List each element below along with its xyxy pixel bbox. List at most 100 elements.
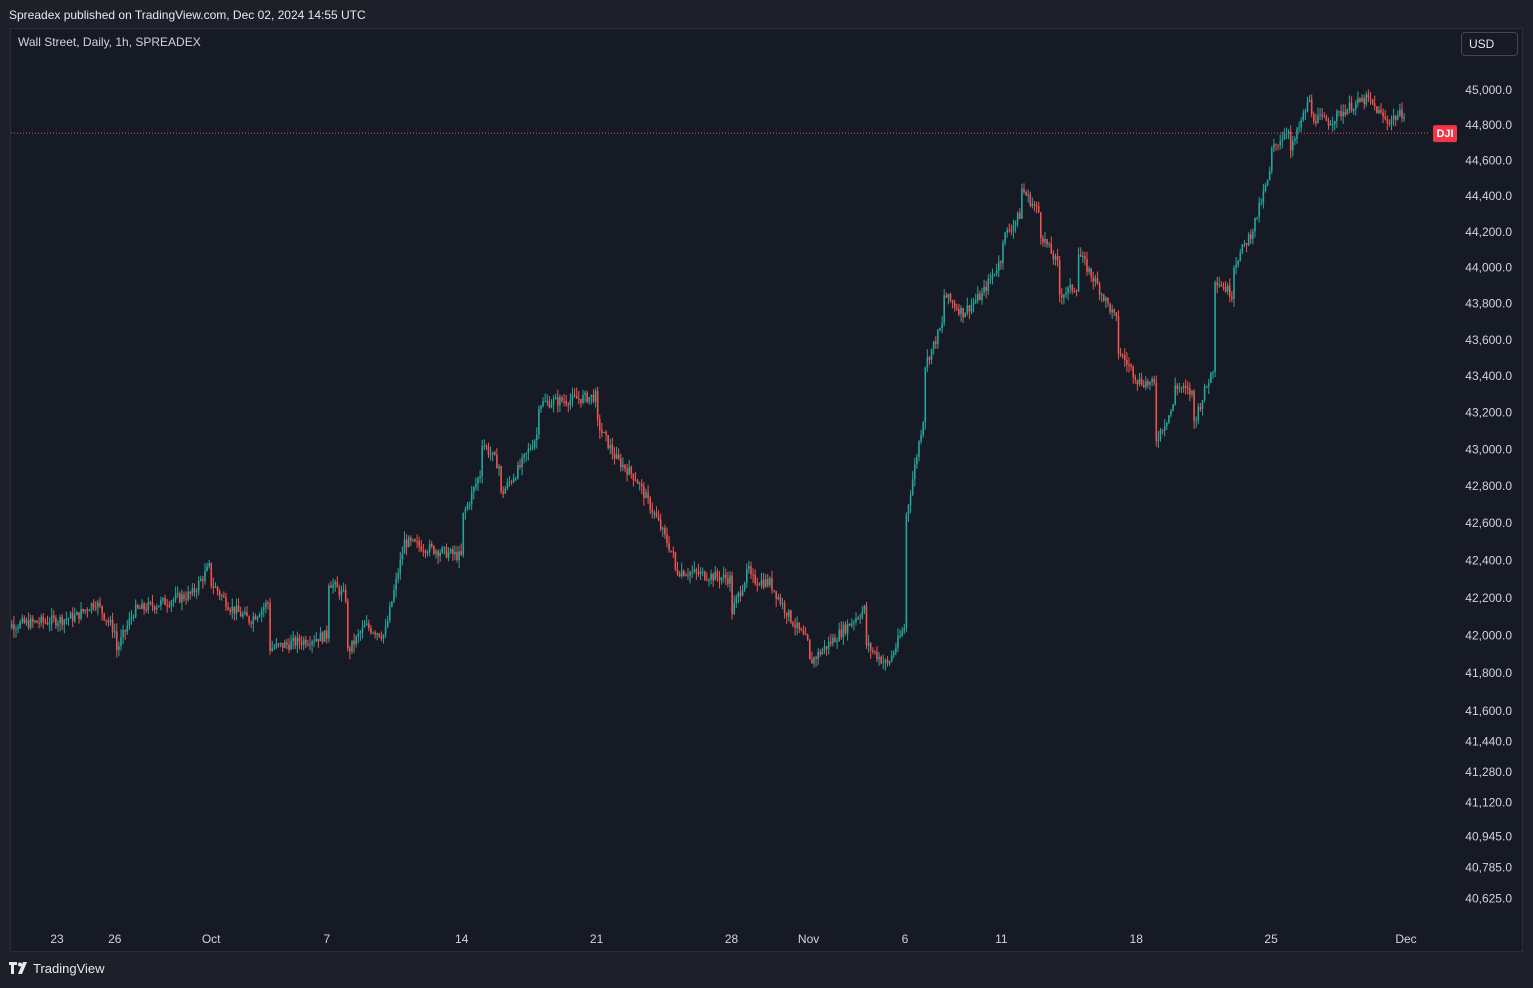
candle-body <box>813 657 815 664</box>
candle-body <box>756 583 759 585</box>
candle-body <box>825 646 828 649</box>
candle-body <box>193 588 196 592</box>
candle-body <box>170 601 173 606</box>
candle-body <box>766 578 769 586</box>
candle-body <box>1384 116 1386 119</box>
candle-body <box>911 479 914 495</box>
candle-body <box>1182 385 1185 389</box>
candle-body <box>554 397 557 400</box>
candle-body <box>966 305 969 314</box>
candle-body <box>661 527 664 530</box>
candle-body <box>294 637 297 646</box>
candlestick-chart[interactable]: 45,000.0 44,800.0 44,600.0 44,400.0 44,200.0… <box>0 0 1533 988</box>
candle-body <box>892 652 895 656</box>
candle-body <box>1222 286 1225 288</box>
candle-body <box>223 595 225 598</box>
candle-body <box>886 660 889 664</box>
candle-body <box>934 341 937 344</box>
candle-body <box>470 492 473 504</box>
candle-body <box>991 274 994 279</box>
candle-body <box>36 620 38 623</box>
candle-body <box>1063 294 1065 298</box>
candle-body <box>598 419 601 431</box>
candle-body <box>1000 261 1002 264</box>
candle-body <box>1021 188 1023 219</box>
candle-body <box>485 445 488 447</box>
candle-body <box>836 641 838 643</box>
candle-body <box>1071 284 1074 292</box>
candle-body <box>1382 112 1384 117</box>
candle-body <box>668 543 670 551</box>
candle-body <box>1270 148 1273 171</box>
candle-body <box>580 398 582 403</box>
candle-body <box>105 619 108 621</box>
candle-body <box>882 662 885 664</box>
x-tick-label: 28 <box>725 932 739 946</box>
candle-body <box>1258 202 1260 217</box>
candle-body <box>52 615 55 618</box>
candle-body <box>340 590 343 596</box>
candle-body <box>1296 128 1298 139</box>
candle-body <box>674 552 677 570</box>
candle-body <box>141 603 143 609</box>
candle-body <box>1197 407 1200 421</box>
candle-body <box>1039 212 1042 238</box>
candle-body <box>1390 119 1393 125</box>
candle-body <box>1033 203 1036 206</box>
candle-body <box>220 595 223 597</box>
candle-body <box>122 630 124 638</box>
candle-body <box>1138 378 1141 385</box>
candle-body <box>773 590 775 592</box>
candle-body <box>859 617 861 619</box>
candle-body <box>25 620 28 623</box>
candle-body <box>5 626 7 630</box>
candle-body <box>244 611 246 615</box>
candle-body <box>262 607 265 610</box>
candle-body <box>181 594 183 603</box>
candle-body <box>1136 379 1139 385</box>
candle-body <box>466 504 469 510</box>
candle-body <box>571 394 574 400</box>
candle-body <box>594 391 597 402</box>
candle-body <box>945 295 948 298</box>
candle-body <box>655 512 658 517</box>
candle-body <box>1157 439 1160 441</box>
candle-body <box>1346 109 1349 115</box>
candle-body <box>846 623 849 634</box>
footer-brand[interactable]: TradingView <box>9 961 105 976</box>
candle-body <box>777 597 780 599</box>
candle-body <box>23 618 26 623</box>
candle-body <box>292 637 294 642</box>
candle-body <box>391 601 393 607</box>
candle-body <box>157 605 160 608</box>
candle-body <box>1392 116 1395 120</box>
candle-body <box>1065 292 1067 295</box>
currency-button[interactable]: USD <box>1461 32 1518 56</box>
candle-body <box>1268 170 1271 180</box>
y-tick-label: 42,200.0 <box>1465 591 1512 605</box>
candle-body <box>252 616 255 624</box>
candle-body <box>1340 111 1342 117</box>
candle-body <box>842 624 845 638</box>
candle-body <box>976 293 979 301</box>
candle-body <box>414 539 416 542</box>
candle-body <box>775 591 777 599</box>
candle-body <box>92 603 95 608</box>
candle-body <box>139 607 141 609</box>
candle-body <box>1210 372 1212 384</box>
candle-body <box>884 660 887 663</box>
candle-body <box>729 575 731 584</box>
candle-body <box>1027 194 1029 196</box>
candle-body <box>1165 422 1168 427</box>
candle-body <box>115 631 118 651</box>
candle-body <box>834 637 836 643</box>
candle-body <box>153 606 156 610</box>
candle-body <box>97 602 99 608</box>
candle-body <box>172 599 175 602</box>
candle-body <box>733 602 735 615</box>
candle-body <box>1327 120 1330 126</box>
candle-body <box>947 293 950 298</box>
candle-body <box>101 606 103 614</box>
candle-body <box>752 574 754 576</box>
candle-body <box>69 613 72 619</box>
